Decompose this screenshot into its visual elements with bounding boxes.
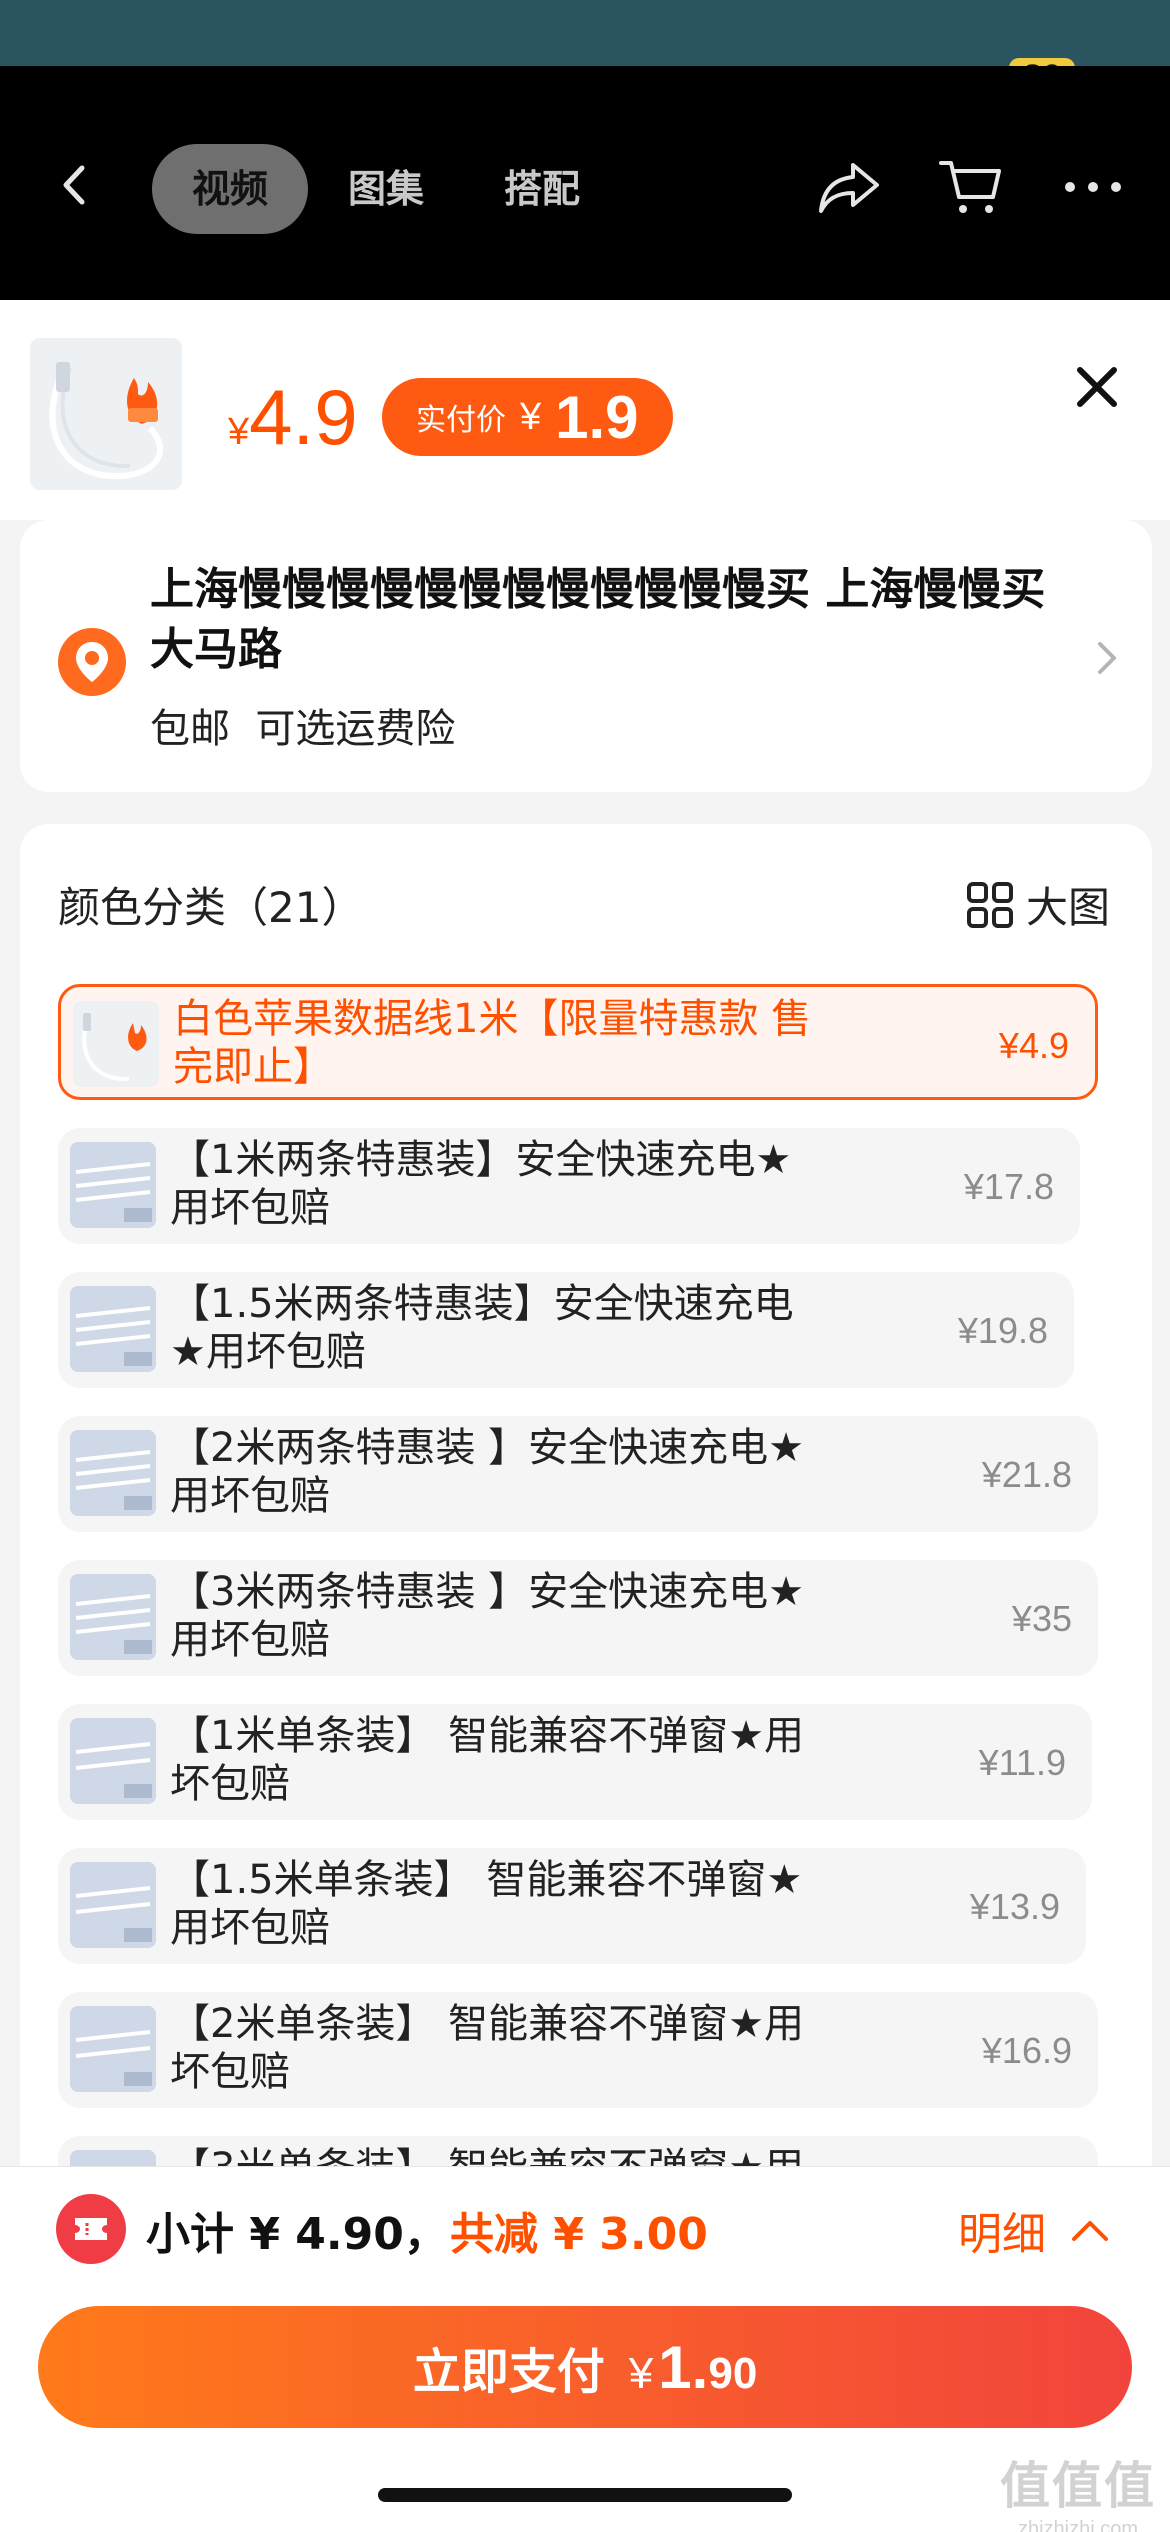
- variant-price: ¥35: [1011, 1598, 1072, 1639]
- variant-option[interactable]: 【2米单条装】 智能兼容不弹窗★用 坏包赔 ¥16.9: [58, 1992, 1098, 2108]
- variant-thumbnail: [70, 1574, 156, 1660]
- variant-option[interactable]: 【1.5米两条特惠装】安全快速充电 ★用坏包赔 ¥19.8: [58, 1272, 1074, 1388]
- pay-now-amount: ¥ 1.90: [628, 2333, 758, 2401]
- variant-name: 【3米两条特惠装 】安全快速充电★ 用坏包赔: [170, 1569, 805, 1663]
- location-icon: [58, 628, 126, 696]
- watermark: 值值值 zhizhizhi.com: [1000, 2457, 1156, 2532]
- variant-thumbnail: [73, 1001, 159, 1087]
- back-icon[interactable]: [52, 162, 98, 208]
- address-text: 上海慢慢慢慢慢慢慢慢慢慢慢慢买 上海慢慢买大马路: [150, 564, 1046, 675]
- variant-name: 白色苹果数据线1米【限量特惠款 售完即止】: [173, 996, 812, 1090]
- product-price: ¥4.9: [228, 372, 358, 463]
- color-category-title: 颜色分类（21）: [58, 883, 364, 932]
- pay-now-button[interactable]: 立即支付 ¥ 1.90: [38, 2306, 1132, 2428]
- variant-price: ¥21.8: [981, 1454, 1072, 1495]
- pay-now-label: 立即支付: [412, 2344, 605, 2400]
- detail-label: 明细: [958, 2209, 1046, 2260]
- variant-name: 【2米两条特惠装 】安全快速充电★ 用坏包赔: [170, 1425, 805, 1519]
- variant-name: 【2米单条装】 智能兼容不弹窗★用 坏包赔: [170, 2001, 805, 2095]
- home-indicator[interactable]: [378, 2488, 792, 2502]
- discount-text: 共减 ¥ 3.00: [450, 2209, 708, 2260]
- variant-thumbnail: [70, 1430, 156, 1516]
- tab-match[interactable]: 搭配: [464, 144, 620, 234]
- variant-price: ¥19.8: [957, 1310, 1048, 1351]
- media-tabs: 视频 图集 搭配: [152, 144, 620, 234]
- actual-price-value: 1.9: [555, 383, 639, 451]
- variant-option[interactable]: 【2米两条特惠装 】安全快速充电★ 用坏包赔 ¥21.8: [58, 1416, 1098, 1532]
- more-icon[interactable]: [1060, 154, 1126, 220]
- price-currency: ¥: [228, 411, 250, 453]
- big-image-toggle[interactable]: 大图: [966, 874, 1110, 935]
- actual-price-currency: ¥: [520, 395, 542, 438]
- variant-price: ¥4.9: [998, 1025, 1069, 1066]
- chevron-up-icon: [1072, 2221, 1108, 2241]
- variant-thumbnail: [70, 2006, 156, 2092]
- variant-option[interactable]: 【1.5米单条装】 智能兼容不弹窗★ 用坏包赔 ¥13.9: [58, 1848, 1086, 1964]
- variant-option[interactable]: 【1米两条特惠装】安全快速充电★ 用坏包赔 ¥17.8: [58, 1128, 1080, 1244]
- variant-thumbnail: [70, 1718, 156, 1804]
- detail-toggle[interactable]: 明细: [958, 2198, 1110, 2262]
- coupon-icon: [56, 2194, 126, 2264]
- variant-option[interactable]: 【1米单条装】 智能兼容不弹窗★用 坏包赔 ¥11.9: [58, 1704, 1092, 1820]
- variant-name: 【1米两条特惠装】安全快速充电★ 用坏包赔: [170, 1137, 792, 1231]
- variant-price: ¥17.8: [963, 1166, 1054, 1207]
- top-nav: 视频 图集 搭配: [0, 66, 1170, 300]
- variant-option[interactable]: 【3米两条特惠装 】安全快速充电★ 用坏包赔 ¥35: [58, 1560, 1098, 1676]
- grid-icon: [966, 881, 1013, 928]
- shipping-info: 包邮 可选运费险: [150, 706, 456, 752]
- variant-name: 【1.5米单条装】 智能兼容不弹窗★ 用坏包赔: [170, 1857, 803, 1951]
- close-icon[interactable]: [1070, 360, 1124, 414]
- big-image-label: 大图: [1025, 883, 1110, 932]
- chevron-right-icon: [1092, 638, 1122, 678]
- price-value: 4.9: [249, 373, 358, 461]
- share-icon[interactable]: [816, 154, 882, 220]
- variant-thumbnail: [70, 1286, 156, 1372]
- status-bar: [0, 0, 1170, 66]
- address-card[interactable]: 上海慢慢慢慢慢慢慢慢慢慢慢慢买 上海慢慢买大马路 包邮 可选运费险: [20, 520, 1152, 792]
- tab-video[interactable]: 视频: [152, 144, 309, 234]
- variant-name: 【1米单条装】 智能兼容不弹窗★用 坏包赔: [170, 1713, 805, 1807]
- variant-price: ¥16.9: [981, 2030, 1072, 2071]
- variant-price: ¥11.9: [978, 1742, 1066, 1783]
- tab-gallery[interactable]: 图集: [308, 144, 464, 234]
- actual-price-badge: 实付价 ¥1.9: [382, 378, 673, 456]
- variant-option[interactable]: 白色苹果数据线1米【限量特惠款 售完即止】 ¥4.9: [58, 984, 1098, 1100]
- variant-name: 【1.5米两条特惠装】安全快速充电 ★用坏包赔: [170, 1281, 794, 1375]
- subtotal-text: 小计 ¥ 4.90，: [146, 2209, 448, 2260]
- actual-price-label: 实付价: [416, 403, 506, 438]
- product-thumbnail[interactable]: [30, 338, 182, 490]
- variant-thumbnail: [70, 1142, 156, 1228]
- cart-icon[interactable]: [938, 154, 1004, 220]
- nav-actions: [816, 154, 1126, 220]
- variant-price: ¥13.9: [969, 1886, 1060, 1927]
- variant-thumbnail: [70, 1862, 156, 1948]
